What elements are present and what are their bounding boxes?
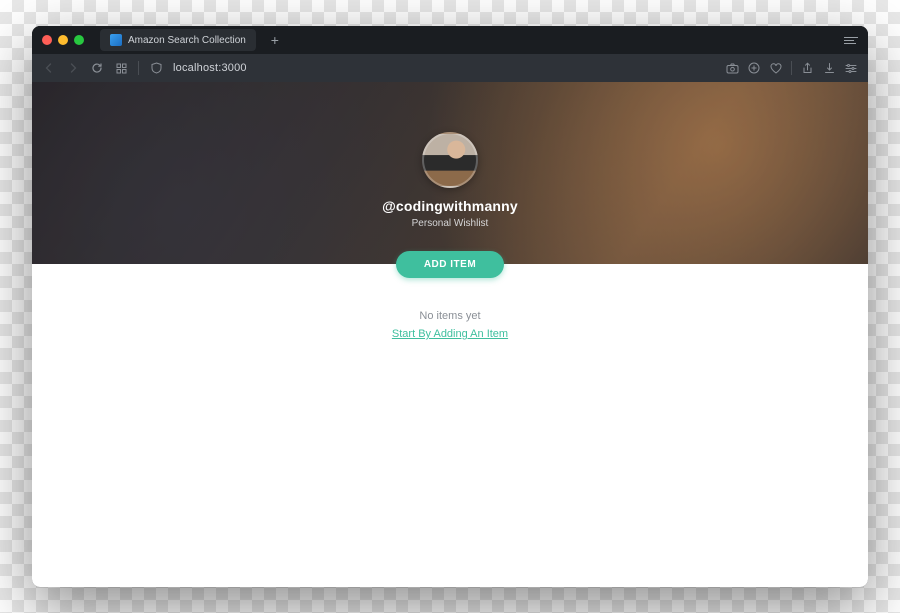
action-row: ADD ITEM [32, 264, 868, 290]
page-content: @codingwithmanny Personal Wishlist ADD I… [32, 82, 868, 587]
close-window-button[interactable] [42, 35, 52, 45]
add-icon[interactable] [747, 61, 761, 75]
url-field[interactable]: localhost:3000 [173, 62, 247, 74]
shield-icon[interactable] [149, 61, 163, 75]
screenshot-icon[interactable] [725, 61, 739, 75]
back-button[interactable] [42, 61, 56, 75]
favicon-icon [110, 34, 122, 46]
window-controls [42, 35, 84, 45]
avatar [422, 132, 478, 188]
tab-bar: Amazon Search Collection + [32, 26, 868, 54]
divider [791, 61, 792, 75]
empty-state: No items yet Start By Adding An Item [32, 310, 868, 342]
share-icon[interactable] [800, 61, 814, 75]
divider [138, 61, 139, 75]
forward-button[interactable] [66, 61, 80, 75]
tab-title: Amazon Search Collection [128, 35, 246, 46]
profile-hero: @codingwithmanny Personal Wishlist [32, 82, 868, 264]
heart-icon[interactable] [769, 61, 783, 75]
maximize-window-button[interactable] [74, 35, 84, 45]
download-icon[interactable] [822, 61, 836, 75]
browser-window: Amazon Search Collection + localhost:300… [32, 26, 868, 587]
reload-button[interactable] [90, 61, 104, 75]
profile-handle: @codingwithmanny [382, 198, 518, 214]
empty-message: No items yet [32, 310, 868, 322]
address-bar: localhost:3000 [32, 54, 868, 82]
grid-icon[interactable] [114, 61, 128, 75]
tab-overview-icon[interactable] [844, 37, 860, 44]
settings-icon[interactable] [844, 61, 858, 75]
new-tab-button[interactable]: + [264, 29, 286, 51]
start-adding-link[interactable]: Start By Adding An Item [392, 328, 508, 340]
profile-subtitle: Personal Wishlist [412, 218, 489, 229]
add-item-button[interactable]: ADD ITEM [396, 251, 504, 278]
minimize-window-button[interactable] [58, 35, 68, 45]
browser-tab[interactable]: Amazon Search Collection [100, 29, 256, 51]
